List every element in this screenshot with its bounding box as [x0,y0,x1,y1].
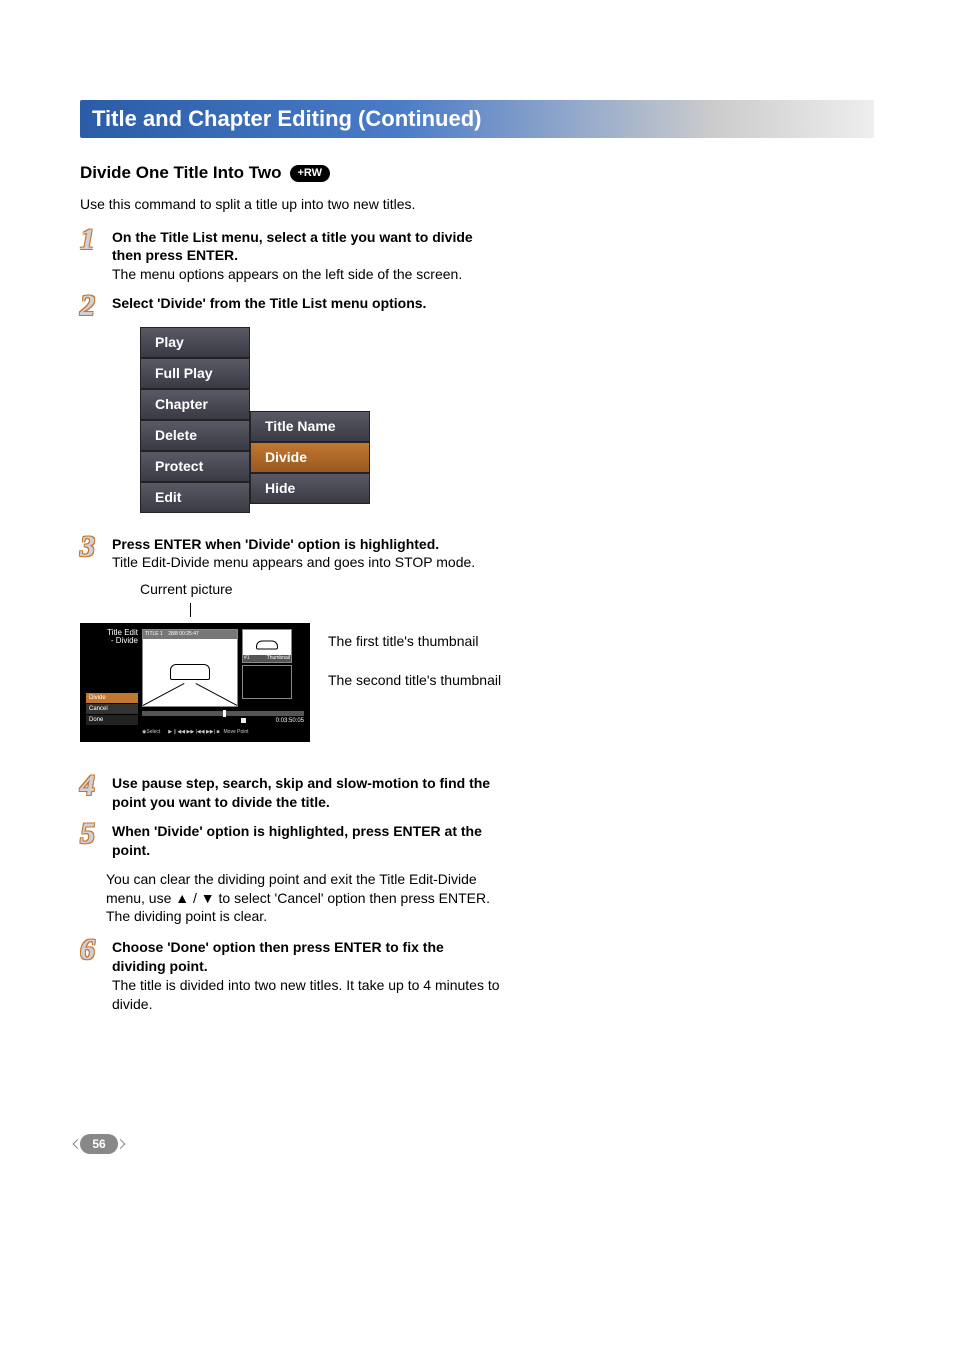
step-number-icon: 1 [80,226,106,253]
screen-side-panel: Title Edit - Divide Divide Cancel Done [86,629,138,725]
step-3-body: Title Edit-Divide menu appears and goes … [112,554,475,570]
thumbnail-labels: The first title's thumbnail The second t… [328,623,501,689]
step-1: 1 On the Title List menu, select a title… [80,226,500,285]
divide-screen: Title Edit - Divide Divide Cancel Done T… [80,623,310,742]
format-badge: +RW [290,165,331,182]
screen-bottom-hints: ◉Select ▶ ∥ ◀◀ ▶▶ |◀◀ ▶▶| ■ Move Point [86,729,304,736]
step-number-icon: 2 [80,292,106,319]
preview-current: TITLE 1 28/8 00:25:47 [142,629,238,707]
menu-item-full-play: Full Play [140,358,250,389]
step-6-heading: Choose 'Done' option then press ENTER to… [112,939,444,974]
menu-item-divide: Divide [250,442,370,473]
menu-secondary-column: Title Name Divide Hide [250,411,370,512]
step-1-heading: On the Title List menu, select a title y… [112,229,473,264]
page-number: 56 [80,1134,118,1154]
menu-item-chapter: Chapter [140,389,250,420]
step-4-heading: Use pause step, search, skip and slow-mo… [112,775,490,810]
step-number-icon: 6 [80,936,106,963]
step-2: 2 Select 'Divide' from the Title List me… [80,292,500,319]
step-6-body: The title is divided into two new titles… [112,977,500,1012]
step-2-heading: Select 'Divide' from the Title List menu… [112,295,426,311]
progress-bar [142,711,304,716]
step-5-extra: You can clear the dividing point and exi… [106,870,506,927]
menu-item-title-name: Title Name [250,411,370,442]
step-4: 4 Use pause step, search, skip and slow-… [80,772,500,812]
progress-time: 0:03:50:05 [142,717,304,725]
screen-option-done: Done [86,715,138,725]
step-6: 6 Choose 'Done' option then press ENTER … [80,936,500,1014]
step-3-heading: Press ENTER when 'Divide' option is high… [112,536,439,552]
intro-text: Use this command to split a title up int… [80,195,874,214]
step-number-icon: 5 [80,820,106,847]
screen-option-divide: Divide [86,693,138,703]
screen-side-title: Title Edit - Divide [86,629,138,645]
step-number-icon: 4 [80,772,106,799]
menu-illustration: Play Full Play Chapter Delete Protect Ed… [140,327,874,512]
label-second-thumbnail: The second title's thumbnail [328,672,501,689]
menu-item-delete: Delete [140,420,250,451]
thumbnail-second [242,665,292,699]
step-5-heading: When 'Divide' option is highlighted, pre… [112,823,482,858]
pointer-line [190,603,874,617]
stop-icon [241,718,246,723]
current-picture-label: Current picture [140,580,874,599]
screen-illustration-row: Title Edit - Divide Divide Cancel Done T… [80,623,874,742]
menu-item-protect: Protect [140,451,250,482]
step-1-body: The menu options appears on the left sid… [112,266,462,282]
screen-option-cancel: Cancel [86,704,138,714]
menu-primary-column: Play Full Play Chapter Delete Protect Ed… [140,327,250,512]
menu-item-edit: Edit [140,482,250,513]
step-number-icon: 3 [80,533,106,560]
section-title: Title and Chapter Editing (Continued) [92,106,481,131]
step-3: 3 Press ENTER when 'Divide' option is hi… [80,533,500,573]
thumbnail-first: #1Thumbnail [242,629,292,663]
menu-item-play: Play [140,327,250,358]
section-title-bar: Title and Chapter Editing (Continued) [80,100,874,138]
subtitle: Divide One Title Into Two [80,162,282,185]
step-5: 5 When 'Divide' option is highlighted, p… [80,820,500,860]
label-first-thumbnail: The first title's thumbnail [328,633,501,650]
subtitle-row: Divide One Title Into Two +RW [80,162,874,185]
menu-item-hide: Hide [250,473,370,504]
